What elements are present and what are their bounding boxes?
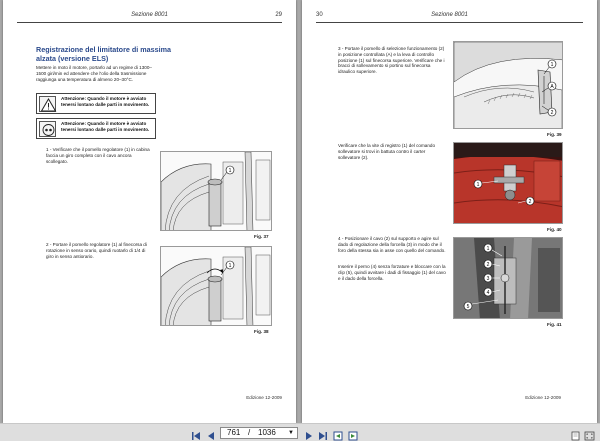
fullscreen-icon[interactable]	[584, 428, 595, 441]
figure-caption: Fig. 40	[547, 227, 562, 232]
page-number: 29	[275, 12, 282, 18]
back-view-icon[interactable]	[333, 428, 344, 441]
figure-caption: Fig. 39	[547, 132, 562, 137]
viewer-toolbar: 761 / 1036 ▼	[0, 423, 600, 441]
page-footer: Edizione 12-2009	[525, 395, 561, 400]
page-header: Sezione 8001 29	[17, 9, 282, 23]
page-number-input[interactable]: 761 / 1036 ▼	[220, 427, 298, 439]
figure-caption: Fig. 41	[547, 322, 562, 327]
step-4-text: 4 - Posizionare il cavo (2) sul supporto…	[338, 236, 446, 253]
section-title: Sezione 8001	[131, 12, 168, 18]
figure-caption: Fig. 38	[254, 329, 269, 334]
previous-page-icon[interactable]	[206, 428, 217, 440]
callout-label: 1	[487, 246, 490, 252]
step-2-text: 2 - Portare il pomello regolatore (1) al…	[46, 242, 147, 259]
callout-label: 1	[477, 182, 480, 188]
step-1-text: 1 - Verificare che il pomello regolatore…	[46, 147, 150, 164]
forward-view-icon[interactable]	[347, 428, 358, 441]
last-page-icon[interactable]	[317, 428, 328, 440]
callout-label: 2	[487, 262, 490, 268]
figure-caption: Fig. 37	[254, 234, 269, 239]
callout-label: 1	[229, 168, 232, 174]
warning-box: Attenzione: Quando il motore è avviato t…	[36, 118, 156, 139]
total-pages: 1036	[258, 428, 276, 437]
page-heading: Registrazione del limitatore di massima …	[36, 45, 172, 63]
figure-41: 1 2 3 4 5	[453, 237, 563, 319]
callout-label: 4	[487, 290, 490, 296]
intro-paragraph: Mettere in moto il motore, portarlo ad u…	[36, 65, 152, 82]
figure-38: 1	[160, 246, 272, 326]
callout-label: 1	[229, 263, 232, 269]
figure-40: 1 2	[453, 142, 563, 224]
callout-label: 3	[487, 276, 490, 282]
document-page-right: 30 Sezione 8001 3 - Portare il pomello d…	[302, 0, 597, 423]
page-footer: Edizione 12-2009	[246, 395, 282, 400]
callout-label: 5	[467, 304, 470, 310]
warning-triangle-icon	[39, 96, 57, 112]
warning-text: Attenzione: Quando il motore è avviato t…	[61, 121, 150, 132]
check-text: Verificare che la vite di registro (1) d…	[338, 143, 436, 160]
warning-box: Attenzione: Quando il motore è avviato t…	[36, 93, 156, 114]
callout-label: 2	[551, 110, 554, 116]
page-dropdown-icon[interactable]: ▼	[288, 428, 294, 438]
step-4-note: Inserire il perno (4) senza forzature e …	[338, 264, 446, 281]
first-page-icon[interactable]	[191, 428, 202, 440]
warning-text: Attenzione: Quando il motore è avviato t…	[61, 96, 150, 107]
page-separator: /	[248, 428, 251, 437]
callout-label: 1	[551, 62, 554, 68]
single-page-icon[interactable]	[570, 428, 581, 441]
step-3-text: 3 - Portare il pomello di selezione funz…	[338, 46, 445, 75]
figure-37: 1	[160, 151, 272, 231]
page-header: 30 Sezione 8001	[316, 9, 583, 23]
next-page-icon[interactable]	[303, 428, 314, 440]
callout-label: 2	[529, 199, 532, 205]
hearing-protection-icon	[39, 121, 56, 137]
figure-39: 1 A 2	[453, 41, 563, 129]
section-title: Sezione 8001	[431, 12, 468, 18]
current-page: 761	[227, 428, 241, 437]
document-page-left: Sezione 8001 29 Registrazione del limita…	[3, 0, 296, 423]
